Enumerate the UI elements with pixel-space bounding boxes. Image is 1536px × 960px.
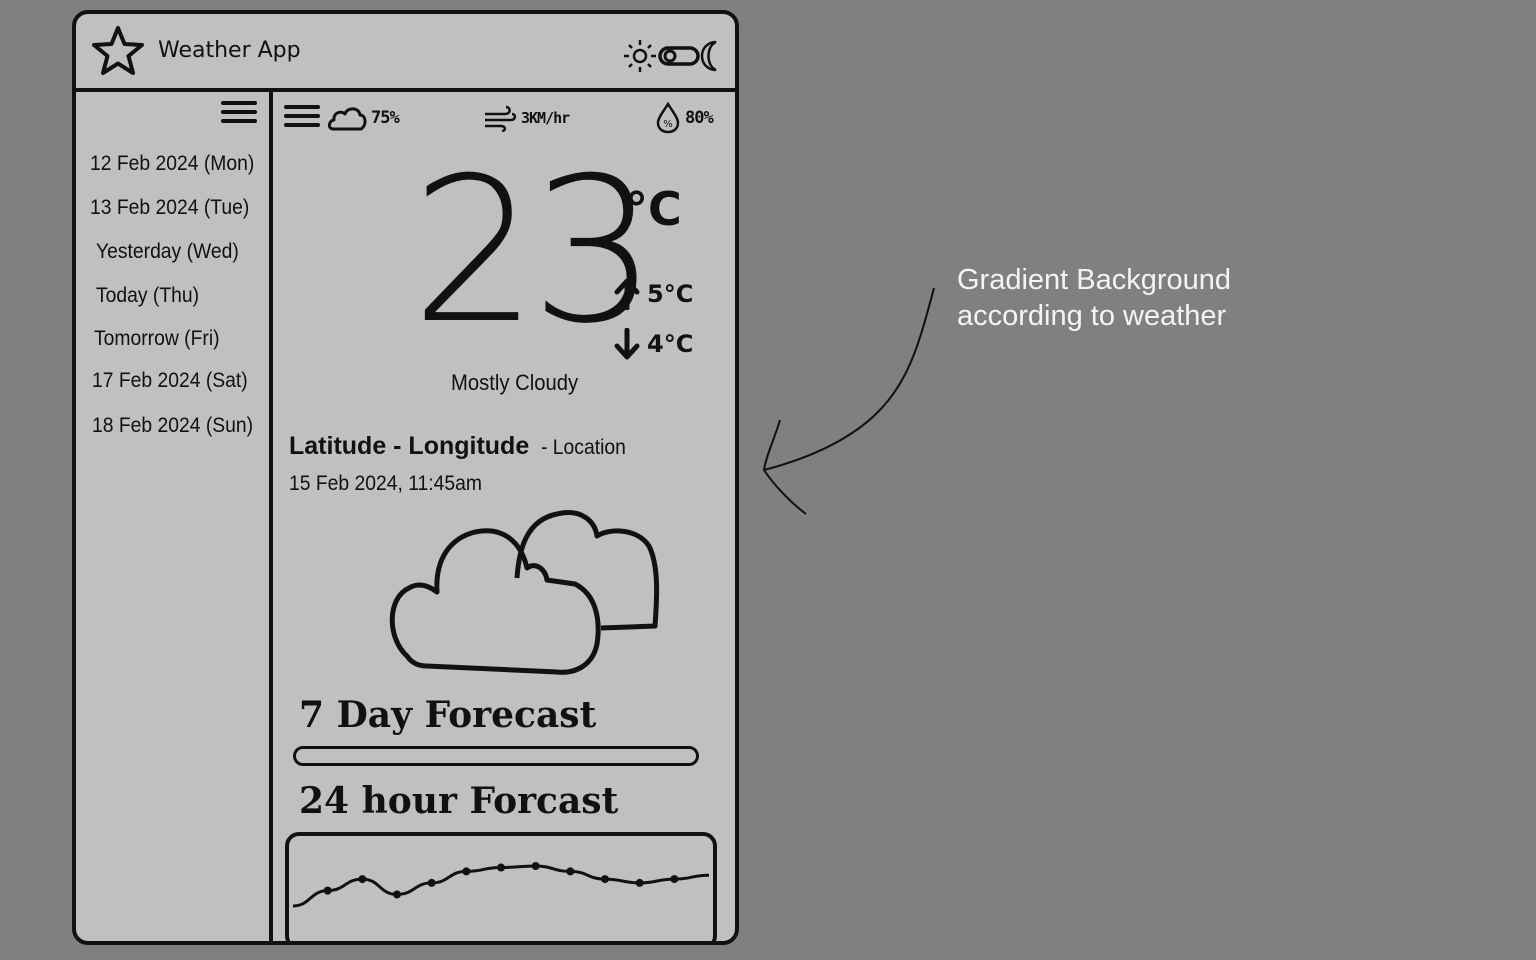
droplet-icon: % [656, 102, 680, 134]
temperature-high: 5°C [613, 278, 693, 310]
hourly-point[interactable] [393, 890, 401, 899]
temperature-unit: °C [625, 182, 682, 236]
temperature-high-value: 5°C [647, 280, 694, 308]
sidebar-day-tomorrow[interactable]: Tomorrow (Fri) [94, 327, 220, 351]
seven-day-forecast-bar[interactable] [293, 746, 699, 766]
cloud-cover-stat: 75% [327, 100, 400, 136]
hourly-point[interactable] [566, 867, 575, 876]
annotation-line-2: according to weather [957, 300, 1227, 332]
app-header: Weather App [76, 14, 735, 92]
weather-condition: Mostly Cloudy [451, 370, 579, 395]
sidebar: 12 Feb 2024 (Mon) 13 Feb 2024 (Tue) Yest… [76, 92, 273, 941]
star-icon [92, 26, 144, 75]
hourly-point[interactable] [497, 863, 505, 872]
svg-text:%: % [663, 119, 673, 130]
hourly-point[interactable] [635, 878, 644, 887]
hourly-forecast-graph [292, 862, 710, 908]
arrow-up-icon [614, 278, 640, 310]
wind-speed-value: 3KM/hr [521, 109, 570, 127]
humidity-value: 80% [685, 108, 714, 128]
sidebar-day-today[interactable]: Today (Thu) [96, 284, 199, 308]
temperature-low: 4°C [613, 328, 693, 360]
sidebar-day-mon[interactable]: 12 Feb 2024 (Mon) [90, 152, 254, 176]
sidebar-day-yesterday[interactable]: Yesterday (Wed) [96, 240, 239, 264]
hourly-point[interactable] [462, 867, 471, 876]
hamburger-icon[interactable] [283, 102, 321, 130]
sidebar-day-sun[interactable]: 18 Feb 2024 (Sun) [92, 414, 253, 438]
arrow-down-icon [614, 328, 640, 360]
main-panel: 75% 3KM/hr % 80% 23 °C 5°C 4°C Mostly Cl… [273, 92, 735, 941]
theme-toggle[interactable] [622, 36, 722, 76]
hamburger-icon[interactable] [220, 98, 258, 126]
lat-lng-label: Latitude - Longitude [289, 432, 530, 460]
annotation-line-1: Gradient Background [957, 264, 1232, 296]
cloud-icon [327, 107, 367, 131]
annotation-note: Gradient Background according to weather [957, 262, 1231, 334]
hourly-forecast-title: 24 hour Forcast [299, 780, 619, 822]
location-line: Latitude - Longitude - Location [289, 432, 633, 461]
hourly-point[interactable] [531, 862, 540, 870]
hourly-point[interactable] [427, 878, 436, 887]
hourly-point[interactable] [323, 886, 332, 895]
toggle-switch-icon [658, 46, 700, 66]
hourly-point[interactable] [601, 875, 609, 884]
sidebar-day-sat[interactable]: 17 Feb 2024 (Sat) [92, 369, 248, 393]
sun-icon [624, 40, 656, 72]
cloud-cover-value: 75% [371, 108, 400, 128]
moon-icon [700, 40, 717, 72]
temperature-value: 23 [411, 135, 657, 368]
humidity-stat: % 80% [655, 100, 714, 136]
temperature-low-value: 4°C [647, 330, 694, 358]
weather-app-window: Weather App 12 Feb 2024 (Mon) 13 Feb 202… [72, 10, 739, 945]
wind-icon [485, 105, 517, 132]
hourly-forecast-chart[interactable] [285, 832, 717, 941]
app-title: Weather App [158, 38, 301, 63]
hourly-point[interactable] [358, 875, 367, 884]
hourly-point[interactable] [670, 875, 679, 884]
seven-day-forecast-title: 7 Day Forecast [299, 694, 597, 736]
annotation-arrow [762, 287, 935, 515]
current-datetime: 15 Feb 2024, 11:45am [289, 472, 482, 495]
sidebar-day-tue[interactable]: 13 Feb 2024 (Tue) [90, 196, 249, 220]
hourly-series-line [292, 864, 710, 908]
wind-speed-stat: 3KM/hr [483, 100, 570, 136]
cloud-icon [389, 510, 660, 675]
location-label: - Location [541, 436, 627, 459]
